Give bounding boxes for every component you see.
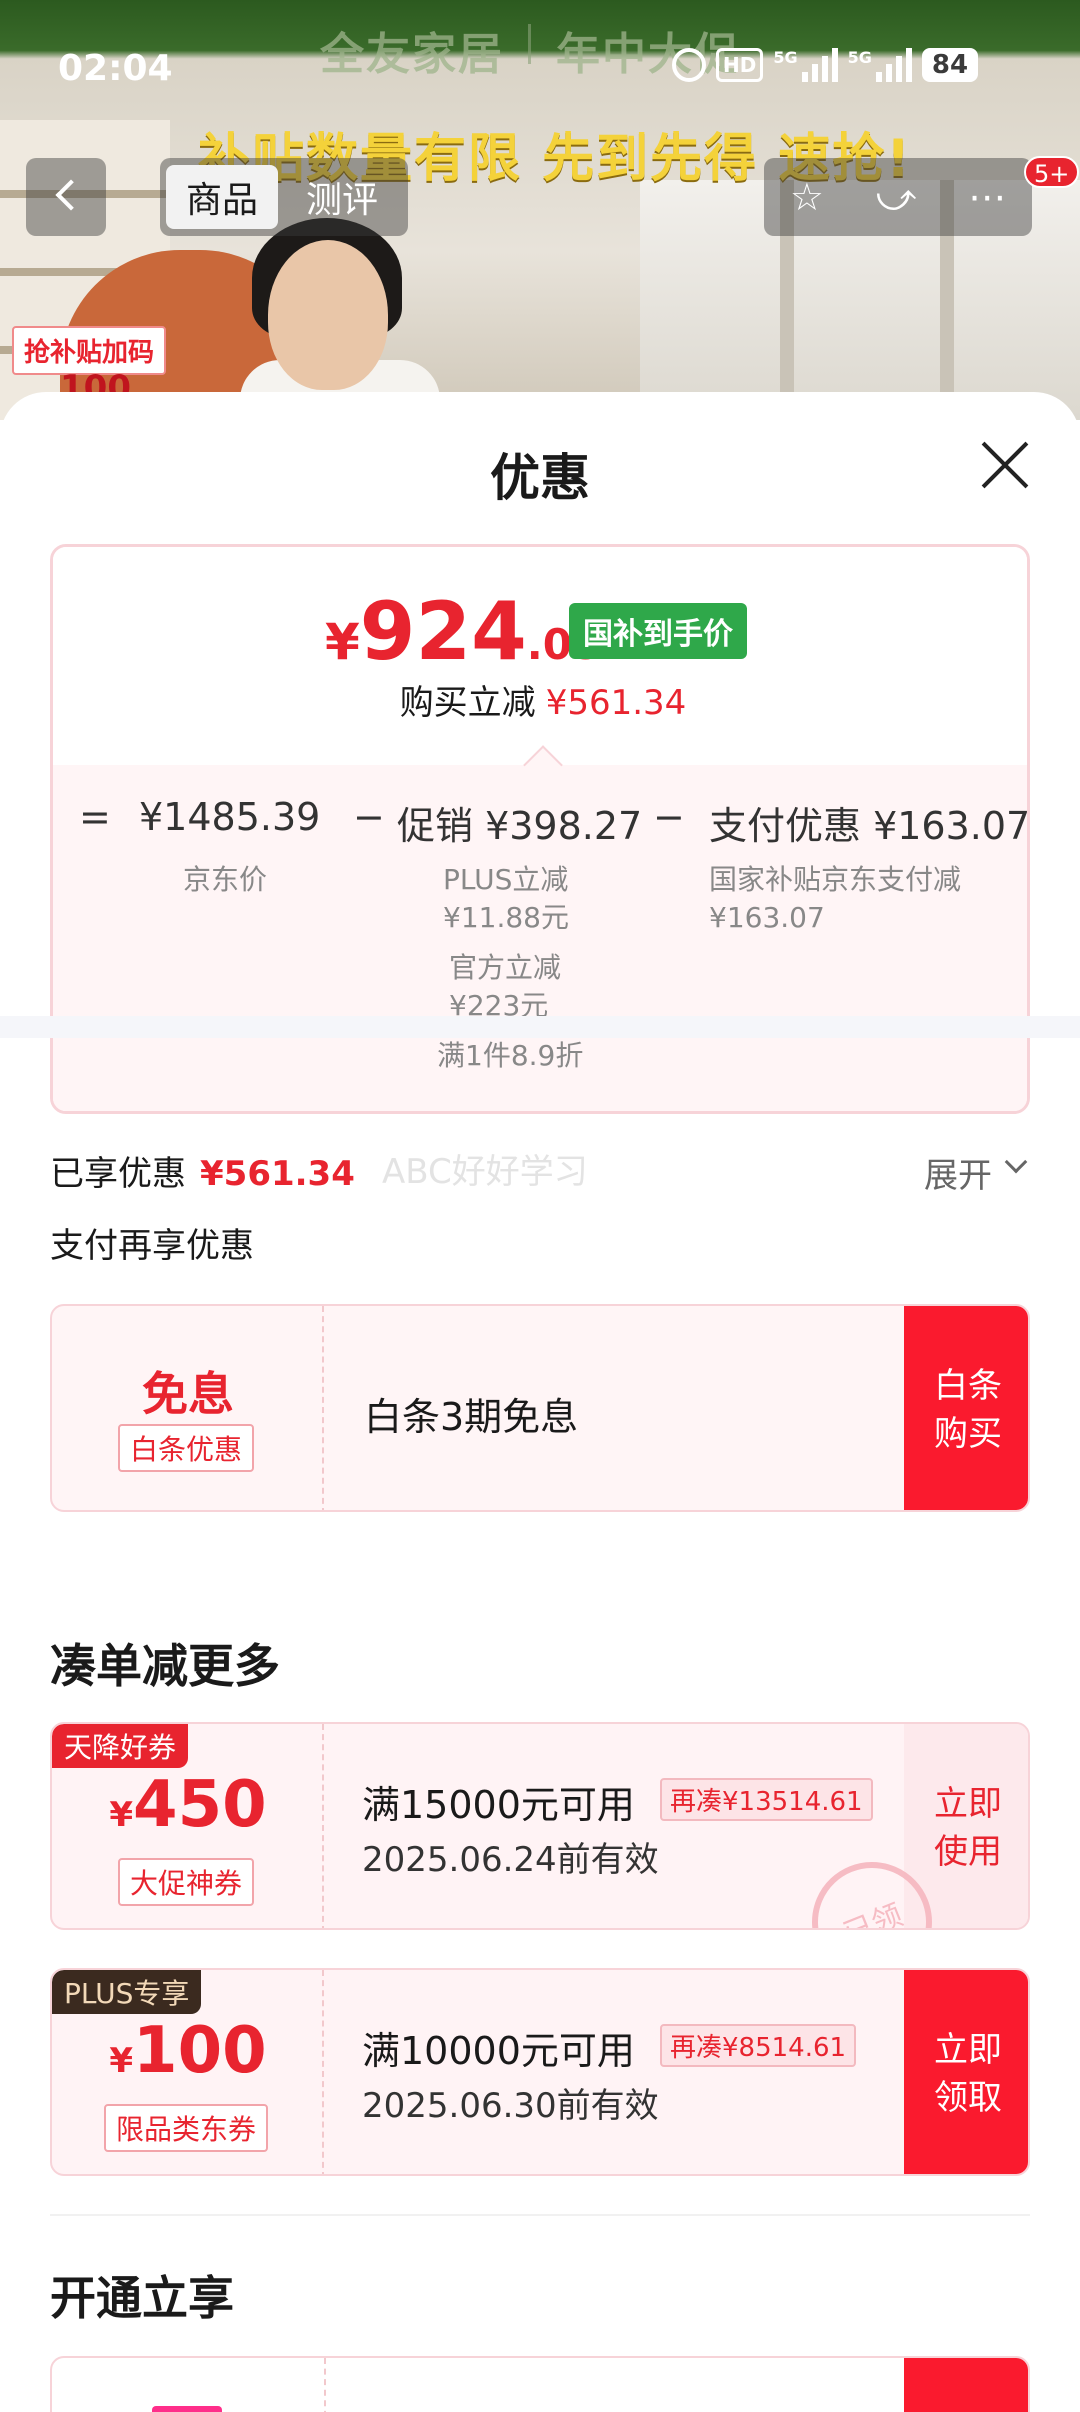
promo-detail-official: 官方立减 ¥223元 — [449, 951, 562, 1022]
jd-price: ¥1485.39 — [139, 795, 321, 839]
enjoyed-discount: 已享优惠 ¥561.34 — [50, 1154, 355, 1194]
model-face — [268, 240, 388, 390]
coupon-need: 再凑¥8514.61 — [660, 2024, 857, 2067]
card-separator — [324, 2358, 326, 2412]
divider — [50, 2214, 1030, 2216]
battery-icon: 84 — [921, 48, 979, 82]
open-section-title: 开通立享 — [50, 2271, 234, 2325]
coupon-corner-tag: PLUS专享 — [52, 1970, 202, 2014]
product-tabs: 商品 测评 — [160, 158, 408, 236]
claim-coupon-button[interactable]: 立即领取 — [904, 1970, 1028, 2174]
baitiao-text: 白条3期免息 — [364, 1395, 579, 1439]
status-icons: HD 5G 5G 84 — [672, 48, 979, 82]
promo-amount: 促销 ¥398.27 — [397, 804, 643, 848]
banner-divider — [528, 24, 531, 64]
expand-button[interactable]: 展开 — [924, 1148, 992, 1197]
coupon-amount: ¥450 — [109, 1768, 267, 1842]
equals-sign: = — [79, 795, 111, 839]
baitiao-left: 免息 白条优惠 — [52, 1306, 324, 1510]
chevron-down-icon[interactable] — [1004, 1150, 1028, 1174]
pay-discount: 支付优惠 ¥163.07 — [709, 804, 1030, 848]
share-icon[interactable]: ⤻ — [876, 175, 917, 220]
pay-more-label: 支付再享优惠 — [50, 1226, 254, 1266]
section-gap — [0, 1016, 1080, 1038]
subsidy-price-tag: 国补到手价 — [569, 603, 747, 659]
signal-5g-icon-2: 5G — [848, 48, 912, 82]
promo-detail-discount: 满1件8.9折 — [437, 1039, 584, 1072]
tab-product[interactable]: 商品 — [166, 165, 279, 229]
final-price-area: ¥924.05 国补到手价 购买立减 ¥561.34 — [53, 547, 1027, 765]
coupon-condition: 满15000元可用 — [362, 1783, 635, 1827]
coupon-type: 大促神券 — [118, 1858, 255, 1906]
final-price: ¥924.05 — [325, 585, 602, 678]
baitiao-sub: 白条优惠 — [118, 1424, 255, 1472]
jd-price-label: 京东价 — [183, 863, 268, 896]
minus-sign: − — [353, 795, 385, 839]
hd-icon: HD — [716, 48, 764, 82]
signal-5g-icon: 5G — [773, 48, 838, 82]
promo-detail-plus: PLUS立减 ¥11.88元 — [443, 863, 569, 934]
coupon-card-2: PLUS专享 ¥100 限品类东券 满10000元可用 再凑¥8514.61 2… — [50, 1968, 1030, 2176]
coupon-condition: 满10000元可用 — [362, 2029, 635, 2073]
coupon-card-1: 天降好券 ¥450 大促神券 满15000元可用 再凑¥13514.61 202… — [50, 1722, 1030, 1930]
tab-reviews[interactable]: 测评 — [286, 165, 398, 229]
status-time: 02:04 — [58, 48, 173, 89]
watermark: ABC好好学习 — [382, 1152, 588, 1192]
pay-discount-detail: 国家补贴京东支付减 ¥163.07 — [709, 863, 962, 934]
reduce-line: 购买立减 ¥561.34 — [399, 683, 687, 723]
sheet-title: 优惠 — [490, 449, 590, 507]
coupon-type: 限品类东券 — [104, 2104, 269, 2152]
baitiao-buy-button[interactable]: 白条购买 — [904, 1306, 1028, 1510]
coupon-date: 2025.06.24前有效 — [362, 1840, 659, 1880]
nav-actions: ☆ ⤻ ⋯ — [764, 158, 1032, 236]
baitiao-title: 免息 — [142, 1367, 234, 1421]
message-badge: 5+ — [1024, 156, 1080, 188]
minus-sign-2: − — [653, 795, 685, 839]
back-button[interactable] — [26, 158, 106, 236]
membership-logo — [152, 2406, 222, 2412]
bundle-section-title: 凑单减更多 — [50, 1639, 280, 1693]
membership-card — [50, 2356, 1030, 2412]
baitiao-card: 免息 白条优惠 白条3期免息 白条购买 — [50, 1304, 1030, 1512]
coupon-left: PLUS专享 ¥100 限品类东券 — [52, 1970, 324, 2174]
alarm-icon — [672, 48, 706, 82]
coupon-need: 再凑¥13514.61 — [660, 1778, 873, 1821]
coupon-left: 天降好券 ¥450 大促神券 — [52, 1724, 324, 1928]
coupon-corner-tag: 天降好券 — [52, 1724, 189, 1768]
back-arrow-icon — [55, 179, 87, 211]
favorite-star-icon[interactable]: ☆ — [790, 175, 824, 219]
coupon-date: 2025.06.30前有效 — [362, 2086, 659, 2126]
more-icon[interactable]: ⋯ — [968, 175, 1006, 219]
formula-area: = ¥1485.39 京东价 − 促销 ¥398.27 PLUS立减 ¥11.88… — [53, 765, 1030, 1111]
coupon-amount: ¥100 — [109, 2014, 267, 2088]
close-icon[interactable] — [980, 440, 1030, 490]
membership-button[interactable] — [904, 2358, 1028, 2412]
